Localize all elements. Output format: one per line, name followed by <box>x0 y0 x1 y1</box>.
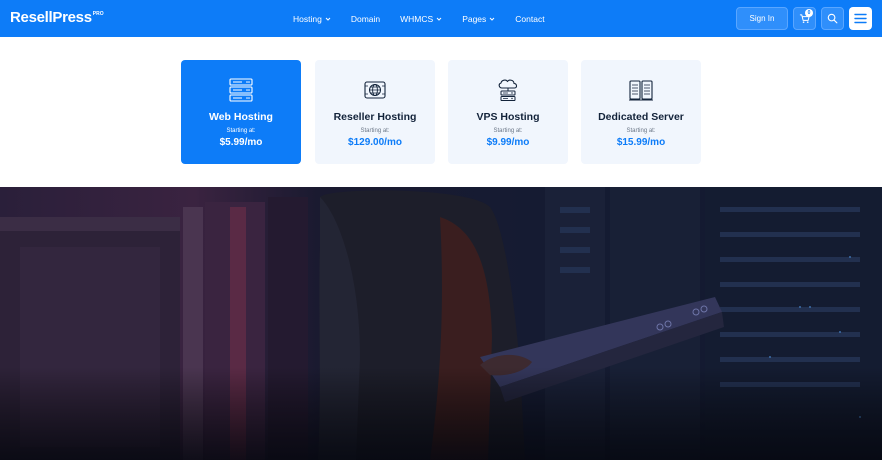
nav-item-label: Domain <box>350 13 381 24</box>
cart-button[interactable]: 0 <box>793 7 816 30</box>
hero-banner <box>0 187 882 460</box>
plan-title: Web Hosting <box>209 111 273 123</box>
plan-subtitle: Starting at: <box>493 128 523 134</box>
plan-title: Reseller Hosting <box>333 111 417 123</box>
main-nav: Hosting Domain WHMCS Pages Contact <box>293 0 565 37</box>
nav-item-label: Hosting <box>293 13 322 24</box>
search-icon <box>827 13 838 24</box>
dedicated-server-icon <box>629 80 653 101</box>
nav-item-pages[interactable]: Pages <box>462 14 495 24</box>
nav-item-hosting[interactable]: Hosting <box>293 14 331 24</box>
search-button[interactable] <box>821 7 844 30</box>
chevron-down-icon <box>325 17 331 21</box>
plan-price: $15.99/mo <box>616 137 666 148</box>
cart-count-badge: 0 <box>805 9 813 17</box>
plan-card-vps-hosting[interactable]: VPS Hosting Starting at: $9.99/mo <box>448 60 568 164</box>
plan-card-dedicated-server[interactable]: Dedicated Server Starting at: $15.99/mo <box>581 60 701 164</box>
site-header: ResellPress PRO Hosting Domain WHMCS Page… <box>0 0 882 37</box>
sign-in-button[interactable]: Sign In <box>736 7 788 30</box>
plan-subtitle: Starting at: <box>626 128 656 134</box>
brand-suffix: PRO <box>92 11 104 17</box>
nav-item-label: Contact <box>515 13 545 24</box>
plan-card-reseller-hosting[interactable]: Reseller Hosting Starting at: $129.00/mo <box>315 60 435 164</box>
nav-item-label: WHMCS <box>400 13 434 24</box>
chevron-down-icon <box>436 17 442 21</box>
plan-price: $129.00/mo <box>348 137 402 148</box>
nav-item-domain[interactable]: Domain <box>351 14 380 24</box>
menu-button[interactable] <box>849 7 872 30</box>
chevron-down-icon <box>489 17 495 21</box>
plan-price: $5.99/mo <box>219 137 263 148</box>
hamburger-menu-icon <box>854 13 867 24</box>
plan-title: VPS Hosting <box>476 111 540 123</box>
server-stack-icon <box>229 78 253 102</box>
plan-subtitle: Starting at: <box>360 128 390 134</box>
plan-price: $9.99/mo <box>486 137 530 148</box>
plan-title: Dedicated Server <box>598 111 684 123</box>
hosting-plans-section: Web Hosting Starting at: $5.99/mo Resell… <box>0 37 882 187</box>
hero-background-image <box>0 187 882 460</box>
brand-name: ResellPress <box>10 9 92 26</box>
nav-item-contact[interactable]: Contact <box>515 14 544 24</box>
globe-server-icon <box>364 81 386 99</box>
cloud-server-icon <box>498 79 518 101</box>
brand-logo[interactable]: ResellPress PRO <box>10 9 104 26</box>
plan-subtitle: Starting at: <box>226 128 256 134</box>
nav-item-label: Pages <box>462 13 487 24</box>
nav-item-whmcs[interactable]: WHMCS <box>400 14 442 24</box>
plan-card-web-hosting[interactable]: Web Hosting Starting at: $5.99/mo <box>181 60 301 164</box>
